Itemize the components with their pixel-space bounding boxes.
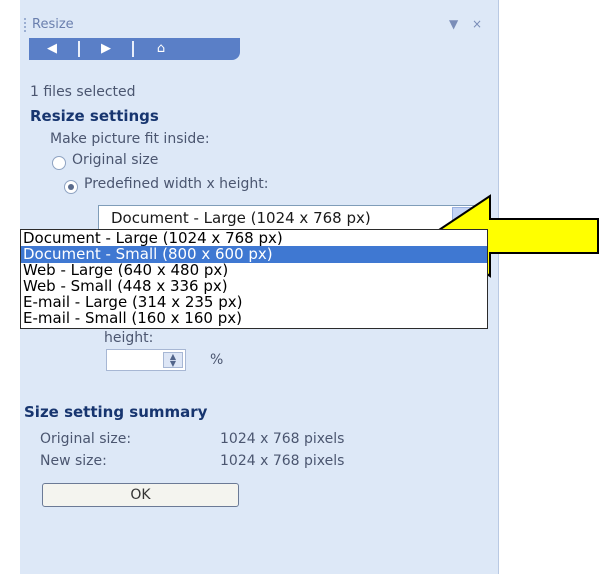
height-unit: % xyxy=(210,352,224,368)
pane-titlebar: Resize ▼ × xyxy=(20,14,501,36)
height-label: height: xyxy=(104,330,154,346)
predefined-size-dropdown-list: Document - Large (1024 x 768 px) Documen… xyxy=(20,229,488,329)
height-percent-spinner[interactable]: ▲ ▼ xyxy=(106,349,186,371)
home-icon[interactable]: ⌂ xyxy=(141,40,181,58)
fit-inside-label: Make picture fit inside: xyxy=(50,131,210,147)
pane-menu-dropdown-icon[interactable]: ▼ xyxy=(449,17,458,31)
navigation-toolbar: ◀ ▶ ⌂ xyxy=(29,38,240,60)
new-size-summary-label: New size: xyxy=(40,453,107,469)
forward-icon[interactable]: ▶ xyxy=(86,40,126,58)
toolbar-separator xyxy=(78,41,80,57)
original-size-summary-value: 1024 x 768 pixels xyxy=(220,431,345,447)
close-icon[interactable]: × xyxy=(472,17,482,31)
dropdown-option[interactable]: E-mail - Small (160 x 160 px) xyxy=(21,310,487,327)
back-icon[interactable]: ◀ xyxy=(32,40,72,58)
ok-button[interactable]: OK xyxy=(42,483,239,507)
original-size-label[interactable]: Original size xyxy=(72,152,158,168)
predefined-size-value: Document - Large (1024 x 768 px) xyxy=(111,209,371,227)
predefined-size-radio[interactable] xyxy=(64,180,78,194)
original-size-radio[interactable] xyxy=(52,156,66,170)
resize-settings-heading: Resize settings xyxy=(30,107,159,125)
spinner-arrows-icon[interactable]: ▲ ▼ xyxy=(163,352,183,368)
toolbar-separator xyxy=(132,41,134,57)
pane-title: Resize xyxy=(32,17,74,32)
new-size-summary-value: 1024 x 768 pixels xyxy=(220,453,345,469)
size-summary-heading: Size setting summary xyxy=(24,403,208,421)
files-selected-count: 1 files selected xyxy=(30,84,136,100)
predefined-size-select[interactable]: Document - Large (1024 x 768 px) ▼ xyxy=(98,205,484,231)
predefined-size-label[interactable]: Predefined width x height: xyxy=(84,176,269,192)
original-size-summary-label: Original size: xyxy=(40,431,132,447)
drag-grip-icon[interactable] xyxy=(24,18,29,32)
